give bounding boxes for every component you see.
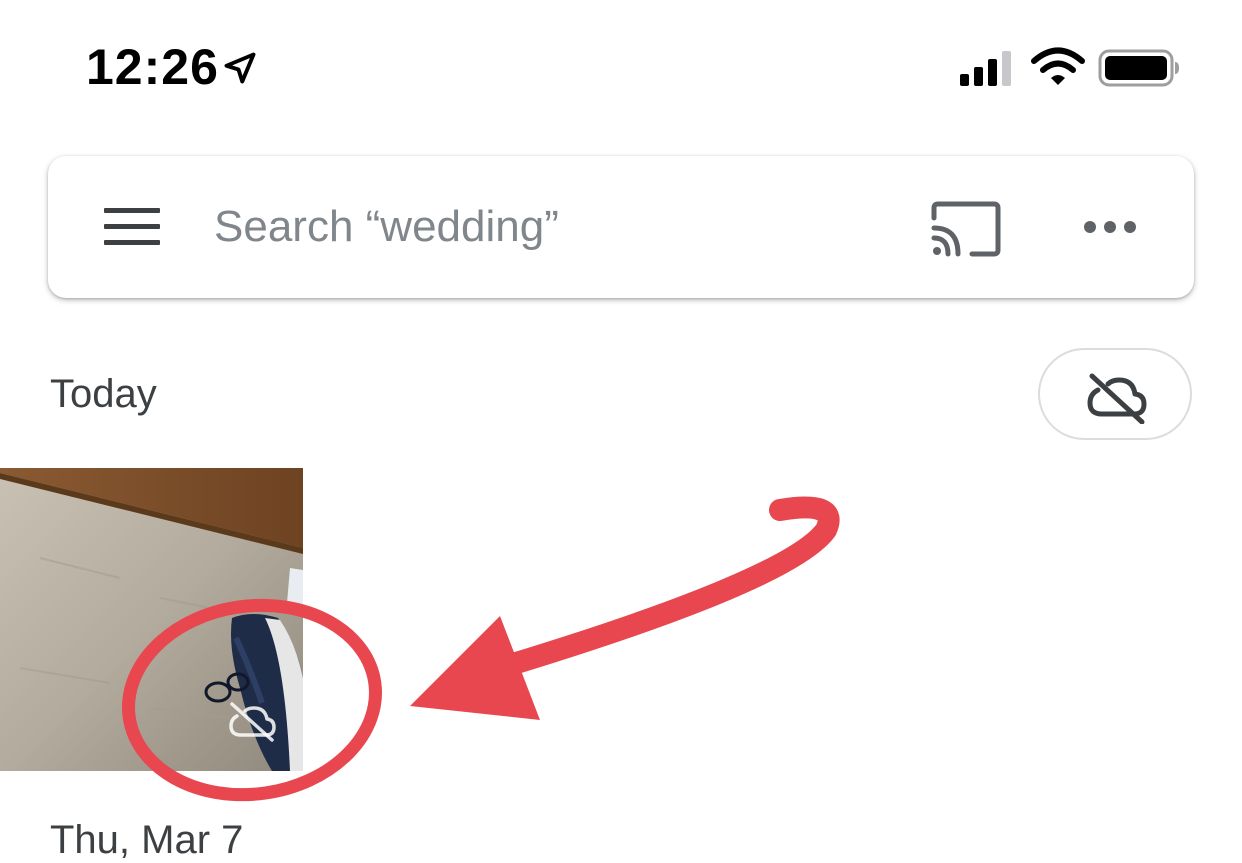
backup-status-button[interactable] <box>1038 348 1192 440</box>
red-arrow-pointer <box>410 616 540 720</box>
cloud-off-icon <box>229 702 276 742</box>
section-title-date: Thu, Mar 7 <box>50 818 244 862</box>
battery-icon <box>1098 49 1179 87</box>
status-bar: 12:26 <box>0 0 1242 140</box>
section-title-today: Today <box>50 372 157 416</box>
cloud-off-icon <box>1087 373 1147 424</box>
hamburger-menu-icon[interactable] <box>104 206 160 248</box>
more-horizontal-icon[interactable] <box>1082 214 1138 240</box>
cast-icon[interactable] <box>930 200 1002 258</box>
location-arrow-icon <box>224 52 256 84</box>
clock-time: 12:26 <box>86 39 219 95</box>
wifi-icon <box>1031 47 1085 85</box>
red-arrow-shaft <box>489 496 840 679</box>
search-bar <box>48 156 1194 298</box>
photo-thumbnail[interactable] <box>0 468 303 771</box>
cellular-signal-icon <box>960 51 1011 86</box>
search-input[interactable] <box>214 194 854 260</box>
